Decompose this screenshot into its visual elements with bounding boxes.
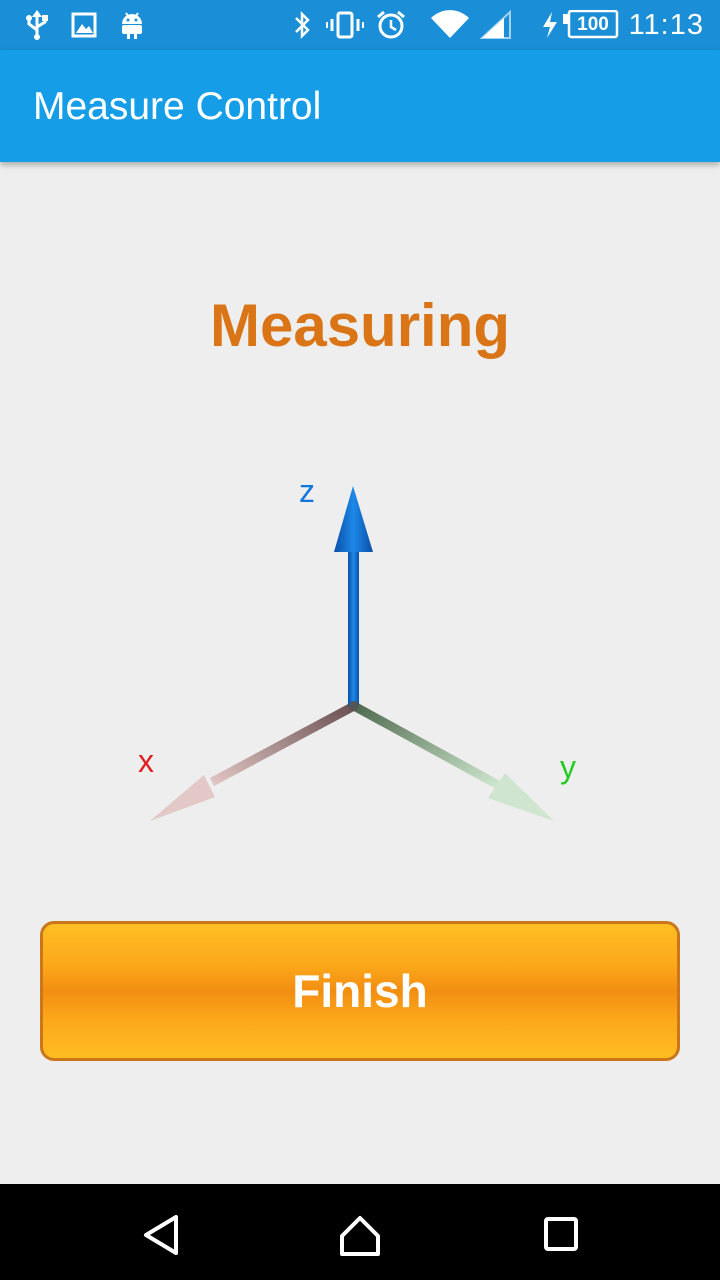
home-icon[interactable] (330, 1202, 390, 1262)
wifi-icon (430, 10, 470, 40)
navigation-bar (0, 1184, 720, 1280)
axes-diagram: x y z (120, 460, 600, 850)
image-icon (71, 10, 97, 40)
recents-icon[interactable] (530, 1202, 590, 1262)
x-axis-label: x (138, 743, 154, 779)
signal-icon (480, 10, 512, 40)
vibrate-icon (326, 10, 364, 40)
y-axis-label: y (560, 749, 576, 785)
bluetooth-icon (290, 10, 314, 40)
back-icon[interactable] (130, 1202, 190, 1262)
finish-button[interactable]: Finish (40, 921, 680, 1061)
alarm-icon (376, 10, 406, 40)
status-bar: 100 11:13 (0, 0, 720, 50)
measuring-status-title: Measuring (209, 292, 511, 359)
z-axis-shaft (348, 552, 359, 706)
x-axis-arrowhead (150, 775, 215, 821)
android-icon (118, 10, 146, 40)
z-axis-label: z (299, 473, 315, 509)
y-axis-shaft (351, 702, 503, 790)
usb-icon (24, 10, 50, 40)
charging-icon (540, 10, 560, 40)
x-axis-shaft (209, 702, 357, 786)
app-bar: Measure Control (0, 50, 720, 162)
z-axis-arrowhead (334, 486, 373, 552)
status-time: 11:13 (628, 9, 704, 41)
app-title: Measure Control (33, 85, 322, 128)
battery-level: 100 (577, 14, 609, 35)
